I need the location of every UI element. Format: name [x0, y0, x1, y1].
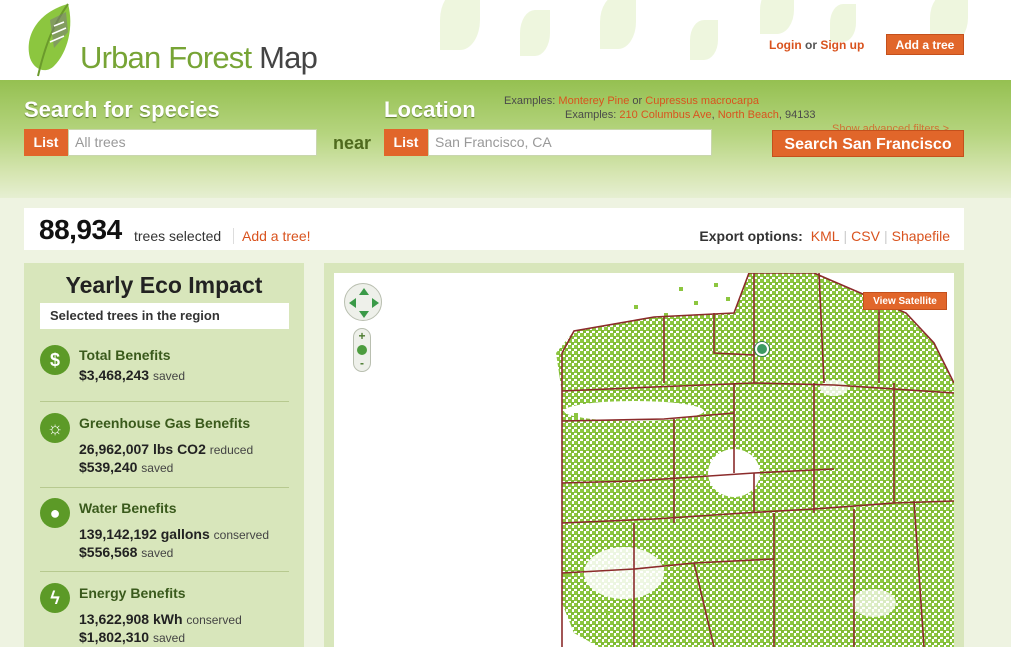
eco-value: $3,468,243 [79, 367, 150, 383]
eco-impact-subtitle: Selected trees in the region [40, 303, 289, 329]
pan-control[interactable] [344, 283, 382, 321]
map-marker-icon[interactable] [755, 342, 769, 356]
eco-unit: saved [141, 461, 174, 475]
eco-value: $556,568 [79, 544, 138, 560]
decorative-leaf [600, 0, 636, 49]
eco-item-value: $3,468,243 saved [79, 367, 185, 383]
examples-label: Examples: [504, 95, 556, 107]
eco-value: 13,622,908 kWh [79, 611, 183, 627]
location-search-input[interactable]: San Francisco, CA [428, 129, 712, 156]
eco-value: $539,240 [79, 459, 138, 475]
eco-item-value: 139,142,192 gallons conserved [79, 526, 269, 542]
example-location-link[interactable]: 210 Columbus Ave [619, 109, 711, 121]
species-search-input[interactable]: All trees [68, 129, 317, 156]
export-kml-link[interactable]: KML [807, 228, 844, 244]
export-label: Export options: [699, 228, 803, 244]
location-search-title: Location [384, 97, 476, 122]
signup-link[interactable]: Sign up [820, 38, 864, 52]
example-species-link[interactable]: Cupressus macrocarpa [645, 95, 759, 107]
view-satellite-button[interactable]: View Satellite [863, 292, 947, 310]
eco-item-name: Energy Benefits [79, 585, 186, 601]
eco-item-name: Greenhouse Gas Benefits [79, 415, 251, 431]
species-search-title: Search for species [24, 97, 220, 122]
park-gap [584, 547, 664, 599]
decorative-leaf [520, 10, 550, 56]
tree-count: 88,934 [39, 214, 122, 245]
login-or-text: or [801, 38, 821, 52]
logo-text-part: Urban Forest [80, 40, 260, 75]
eco-item-name: Total Benefits [79, 347, 171, 363]
eco-item-water: ● Water Benefits 139,142,192 gallons con… [40, 498, 289, 572]
stats-bar: 88,934 trees selected Add a tree! Export… [24, 208, 964, 250]
decorative-leaf [760, 0, 794, 34]
leaf-logo-icon[interactable] [24, 2, 76, 78]
species-list-button[interactable]: List [24, 129, 68, 156]
eco-value: 139,142,192 gallons [79, 526, 210, 542]
species-examples: Examples: Monterey Pine or Cupressus mac… [504, 95, 759, 107]
search-bar: Search for species List All trees near L… [0, 80, 1011, 198]
water-drop-icon: ● [40, 498, 70, 528]
dollar-icon: $ [40, 345, 70, 375]
park-gap [852, 589, 896, 617]
eco-item-total-benefits: $ Total Benefits $3,468,243 saved [40, 345, 289, 402]
zoom-in-button[interactable]: + [354, 329, 370, 343]
add-tree-link[interactable]: Add a tree! [233, 228, 311, 244]
near-label: near [333, 133, 372, 153]
zoom-control: + - [353, 328, 371, 372]
lightning-icon: ϟ [40, 583, 70, 613]
eco-impact-title: Yearly Eco Impact [65, 272, 263, 298]
location-examples: Examples: 210 Columbus Ave, North Beach,… [565, 109, 816, 121]
examples-label: Examples: [565, 109, 617, 121]
example-species-link[interactable]: Monterey Pine [558, 95, 629, 107]
search-button[interactable]: Search San Francisco [772, 130, 964, 157]
eco-value: 26,962,007 lbs CO2 [79, 441, 206, 457]
login-area: Login or Sign up [769, 38, 864, 52]
pan-arrows-icon[interactable] [345, 284, 383, 322]
tree-count-label: trees selected [134, 228, 222, 244]
eco-unit: saved [152, 631, 185, 645]
logo-text-map: Map [259, 40, 318, 75]
zoom-slider-knob[interactable] [357, 345, 367, 355]
eco-unit: saved [152, 369, 185, 383]
eco-unit: conserved [186, 613, 242, 627]
eco-item-value: $1,802,310 saved [79, 629, 185, 645]
decorative-leaf [440, 0, 480, 50]
tree-map[interactable]: + - View Satellite [334, 273, 954, 647]
export-shapefile-link[interactable]: Shapefile [888, 228, 954, 244]
site-header: Urban Forest Map Login or Sign up Add a … [0, 0, 1011, 82]
eco-impact-panel: Yearly Eco Impact Selected trees in the … [24, 263, 304, 647]
export-csv-link[interactable]: CSV [847, 228, 884, 244]
eco-unit: reduced [209, 443, 254, 457]
example-location-link[interactable]: North Beach [718, 109, 779, 121]
export-options: Export options: KML | CSV | Shapefile [699, 228, 954, 244]
add-tree-button[interactable]: Add a tree [886, 34, 964, 55]
eco-item-greenhouse-gas: ☼ Greenhouse Gas Benefits 26,962,007 lbs… [40, 413, 289, 488]
decorative-leaf [830, 4, 856, 42]
eco-item-value: $539,240 saved [79, 459, 173, 475]
zoom-out-button[interactable]: - [354, 356, 370, 370]
eco-value: $1,802,310 [79, 629, 150, 645]
eco-item-name: Water Benefits [79, 500, 177, 516]
eco-unit: saved [141, 546, 174, 560]
map-canvas[interactable] [334, 273, 954, 647]
eco-unit: conserved [213, 528, 270, 542]
map-frame: + - View Satellite [324, 263, 964, 647]
login-link[interactable]: Login [769, 38, 802, 52]
decorative-leaf [690, 20, 718, 60]
gear-icon: ☼ [40, 413, 70, 443]
location-list-button[interactable]: List [384, 129, 428, 156]
examples-or: or [629, 95, 646, 107]
eco-item-value: 26,962,007 lbs CO2 reduced [79, 441, 253, 457]
site-logo-text[interactable]: Urban Forest Map [80, 40, 318, 76]
eco-item-value: $556,568 saved [79, 544, 173, 560]
eco-item-energy: ϟ Energy Benefits 13,622,908 kWh conserv… [40, 583, 289, 647]
eco-item-value: 13,622,908 kWh conserved [79, 611, 242, 627]
example-zip: , 94133 [778, 109, 816, 121]
